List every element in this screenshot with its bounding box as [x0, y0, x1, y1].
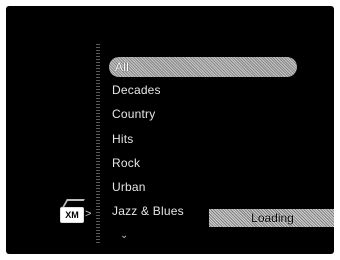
scroll-down-icon[interactable]: ⌄ — [120, 230, 128, 241]
menu-item-hits[interactable]: Hits — [112, 129, 133, 149]
radio-menu-screen: All Decades Country Hits Rock Urban Jazz… — [6, 6, 334, 254]
menu-item-urban[interactable]: Urban — [112, 177, 146, 197]
loading-status-bar: Loading — [209, 209, 334, 227]
menu-item-decades[interactable]: Decades — [112, 80, 161, 100]
source-arrow-icon: > — [85, 208, 92, 220]
menu-item-all[interactable]: All — [109, 57, 297, 77]
menu-item-country[interactable]: Country — [112, 104, 155, 124]
menu-divider — [96, 44, 100, 244]
xm-logo-icon: XM — [60, 207, 84, 223]
menu-item-rock[interactable]: Rock — [112, 153, 140, 173]
menu-item-jazz-blues[interactable]: Jazz & Blues — [112, 201, 184, 221]
